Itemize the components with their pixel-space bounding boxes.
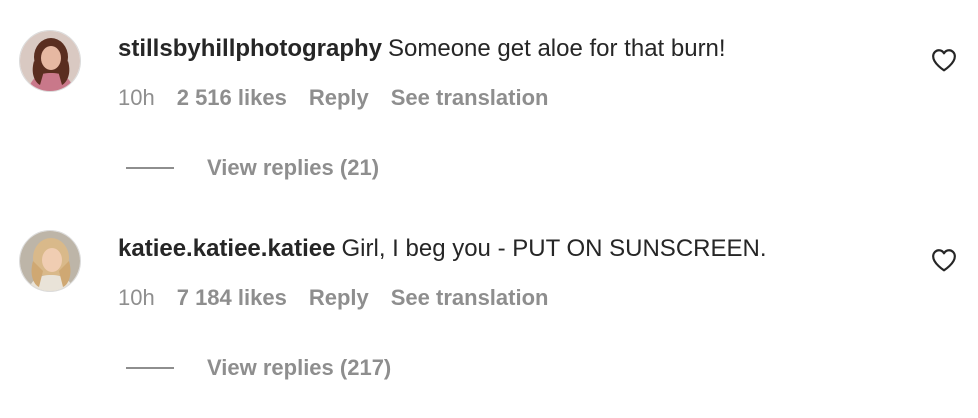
view-replies-label: View replies (217) <box>207 355 392 380</box>
comment-body: katiee.katiee.katiee Girl, I beg you - PU… <box>118 233 767 265</box>
comment-text: Someone get aloe for that burn! <box>388 35 726 62</box>
reply-button[interactable]: Reply <box>309 85 369 110</box>
view-replies-button[interactable]: View replies (217) <box>126 353 391 383</box>
comment-likes[interactable]: 7 184 likes <box>177 285 287 310</box>
avatar-photo-icon <box>20 231 80 291</box>
like-button[interactable] <box>931 248 957 272</box>
comment-text: Girl, I beg you - PUT ON SUNSCREEN. <box>341 235 767 262</box>
reply-button[interactable]: Reply <box>309 285 369 310</box>
comment-meta: 10h 2 516 likes Reply See translation <box>118 84 570 112</box>
view-replies-button[interactable]: View replies (21) <box>126 153 379 183</box>
comment-username[interactable]: katiee.katiee.katiee <box>118 235 336 262</box>
comment-item: katiee.katiee.katiee Girl, I beg you - PU… <box>0 200 978 400</box>
see-translation-button[interactable]: See translation <box>391 285 549 310</box>
view-replies-label: View replies (21) <box>207 155 380 180</box>
replies-divider <box>126 367 174 369</box>
replies-divider <box>126 167 174 169</box>
comment-time[interactable]: 10h <box>118 85 155 110</box>
avatar-photo-icon <box>20 31 80 91</box>
avatar[interactable] <box>19 30 81 92</box>
heart-outline-icon <box>932 249 956 272</box>
see-translation-button[interactable]: See translation <box>391 85 549 110</box>
comment-meta: 10h 7 184 likes Reply See translation <box>118 284 570 312</box>
comment-username[interactable]: stillsbyhillphotography <box>118 35 382 62</box>
heart-outline-icon <box>932 49 956 72</box>
avatar[interactable] <box>19 230 81 292</box>
comment-time[interactable]: 10h <box>118 285 155 310</box>
like-button[interactable] <box>931 48 957 72</box>
comment-item: stillsbyhillphotography Someone get aloe … <box>0 0 978 200</box>
comment-likes[interactable]: 2 516 likes <box>177 85 287 110</box>
comment-body: stillsbyhillphotography Someone get aloe … <box>118 33 726 65</box>
